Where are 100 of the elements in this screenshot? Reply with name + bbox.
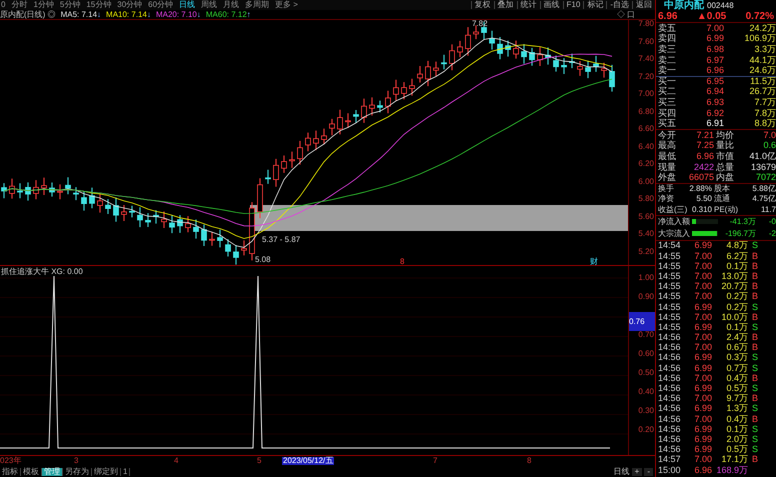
price-axis-label: 7.00 bbox=[637, 90, 655, 100]
candlestick bbox=[73, 186, 79, 201]
flow-value: -41.3万 bbox=[728, 218, 756, 226]
event-marker: 8 bbox=[400, 257, 404, 265]
trade-time: 15:00 bbox=[657, 466, 682, 475]
indicator-axis-label: 0.40 bbox=[637, 388, 655, 398]
trade-side: B bbox=[750, 282, 759, 292]
candlestick bbox=[505, 40, 511, 58]
order-price: 6.95 bbox=[705, 77, 724, 86]
toolbar-button[interactable]: 返回 bbox=[632, 1, 655, 9]
period-tab[interactable]: 更多 > bbox=[275, 1, 298, 9]
candlestick bbox=[249, 202, 255, 261]
trade-time: 14:56 bbox=[657, 333, 682, 342]
order-price: 6.99 bbox=[705, 34, 724, 44]
zoom-button[interactable]: + bbox=[632, 468, 642, 476]
trade-side: B bbox=[750, 343, 759, 352]
toolbar-button[interactable]: 画线 bbox=[540, 1, 563, 9]
candlestick bbox=[593, 55, 599, 72]
toolbar-button[interactable]: 复权 bbox=[470, 1, 494, 9]
price-axis-label: 7.20 bbox=[637, 72, 655, 82]
trade-side: S bbox=[750, 404, 759, 414]
price-axis-label: 6.60 bbox=[637, 125, 655, 135]
candlestick bbox=[401, 82, 407, 100]
period-tab[interactable]: 5分钟 bbox=[60, 1, 80, 9]
stat-label: 均价 bbox=[715, 130, 735, 140]
candlestick bbox=[129, 205, 135, 218]
toolbar-button[interactable]: 统计 bbox=[516, 1, 540, 9]
trade-price: 6.99 bbox=[693, 424, 712, 434]
stat-label: 流通 bbox=[713, 195, 731, 204]
candlestick bbox=[497, 36, 503, 60]
order-price: 6.93 bbox=[705, 98, 724, 107]
stat-label: 股本 bbox=[713, 185, 731, 194]
candlestick bbox=[265, 169, 271, 184]
toolbar-button[interactable]: 标记 bbox=[583, 1, 606, 9]
cursor-date-label: 2023/05/12/五 bbox=[282, 457, 334, 465]
candlestick bbox=[569, 53, 575, 69]
candlestick bbox=[17, 182, 23, 199]
trade-side: S bbox=[750, 424, 759, 434]
period-tab[interactable]: 多周期 bbox=[245, 1, 270, 9]
stat-label: 换手 bbox=[657, 185, 675, 194]
stat-label: 总量 bbox=[715, 162, 735, 172]
candlestick bbox=[537, 46, 543, 66]
period-tab[interactable]: 15分钟 bbox=[86, 1, 112, 9]
candlestick bbox=[393, 79, 399, 102]
trade-price: 7.00 bbox=[693, 252, 712, 261]
trade-volume: 2.0万 bbox=[725, 434, 748, 444]
order-level-label: 买四 bbox=[657, 108, 677, 118]
period-tab[interactable]: 1分钟 bbox=[33, 1, 54, 9]
low-price-label: 5.08 bbox=[255, 255, 271, 264]
bottom-tab[interactable]: 另存为 bbox=[63, 468, 92, 476]
candlestick bbox=[345, 112, 351, 128]
trade-side: B bbox=[750, 414, 759, 424]
indicator-axis-label: 0.70 bbox=[637, 331, 655, 341]
candlestick bbox=[33, 180, 39, 200]
trade-volume: 17.1万 bbox=[720, 455, 748, 464]
trade-time: 14:55 bbox=[657, 252, 682, 261]
bottom-tab[interactable]: 指标 bbox=[0, 468, 21, 476]
trade-time: 14:54 bbox=[657, 241, 682, 250]
date-axis-label: 4 bbox=[174, 457, 178, 465]
period-tab[interactable]: 30分钟 bbox=[117, 1, 142, 9]
trade-volume: 0.1万 bbox=[725, 262, 748, 271]
trade-volume: 1.3万 bbox=[725, 404, 748, 414]
zoom-button[interactable]: - bbox=[644, 468, 653, 476]
indicator-axis-label: 0.30 bbox=[637, 407, 655, 417]
period-tab[interactable]: 日线 bbox=[179, 1, 196, 9]
stat-label: 市值 bbox=[715, 152, 735, 161]
period-tab[interactable]: 60分钟 bbox=[148, 1, 174, 9]
toolbar-button[interactable]: F10 bbox=[562, 1, 584, 9]
trade-side: S bbox=[750, 322, 759, 332]
trade-volume: 13.0万 bbox=[720, 272, 748, 281]
stat-value: 66075 bbox=[688, 173, 714, 182]
flow-label: 大宗流入 bbox=[657, 230, 690, 238]
trade-time: 14:55 bbox=[657, 282, 682, 292]
candlestick bbox=[521, 44, 527, 64]
candlestick bbox=[457, 40, 463, 58]
stat-label: 收益(三) bbox=[657, 206, 688, 214]
trade-time: 14:56 bbox=[657, 434, 682, 444]
trade-side: S bbox=[750, 241, 759, 250]
bottom-tab[interactable]: 绑定到 bbox=[92, 468, 121, 476]
trade-volume: 168.9万 bbox=[715, 466, 748, 475]
order-volume: 7.8万 bbox=[753, 108, 776, 118]
candlestick bbox=[385, 90, 391, 114]
bottom-tab[interactable]: 1 bbox=[121, 468, 130, 476]
period-tab[interactable]: 月线 bbox=[223, 1, 240, 9]
moving-average-label: MA5: 7.14 bbox=[60, 10, 98, 18]
period-tab[interactable]: 分时 bbox=[11, 1, 28, 9]
toolbar-button[interactable]: -自选 bbox=[606, 1, 632, 9]
candlestick bbox=[113, 196, 119, 222]
toolbar-button[interactable]: 叠加 bbox=[494, 1, 517, 9]
moving-average-label: MA60: 7.12 bbox=[206, 10, 247, 18]
trade-side: B bbox=[750, 252, 759, 261]
candlestick bbox=[409, 78, 415, 96]
indicator-axis-label: 1.00 bbox=[637, 274, 655, 284]
trade-volume: 20.7万 bbox=[720, 282, 748, 292]
stat-value: 11.7 bbox=[760, 206, 776, 214]
price-axis-label: 5.60 bbox=[637, 212, 655, 222]
trade-price: 6.99 bbox=[693, 302, 712, 312]
period-tab[interactable]: 周线 bbox=[201, 1, 218, 9]
period-tab[interactable]: 0 bbox=[1, 1, 6, 9]
order-level-label: 卖三 bbox=[657, 44, 677, 54]
